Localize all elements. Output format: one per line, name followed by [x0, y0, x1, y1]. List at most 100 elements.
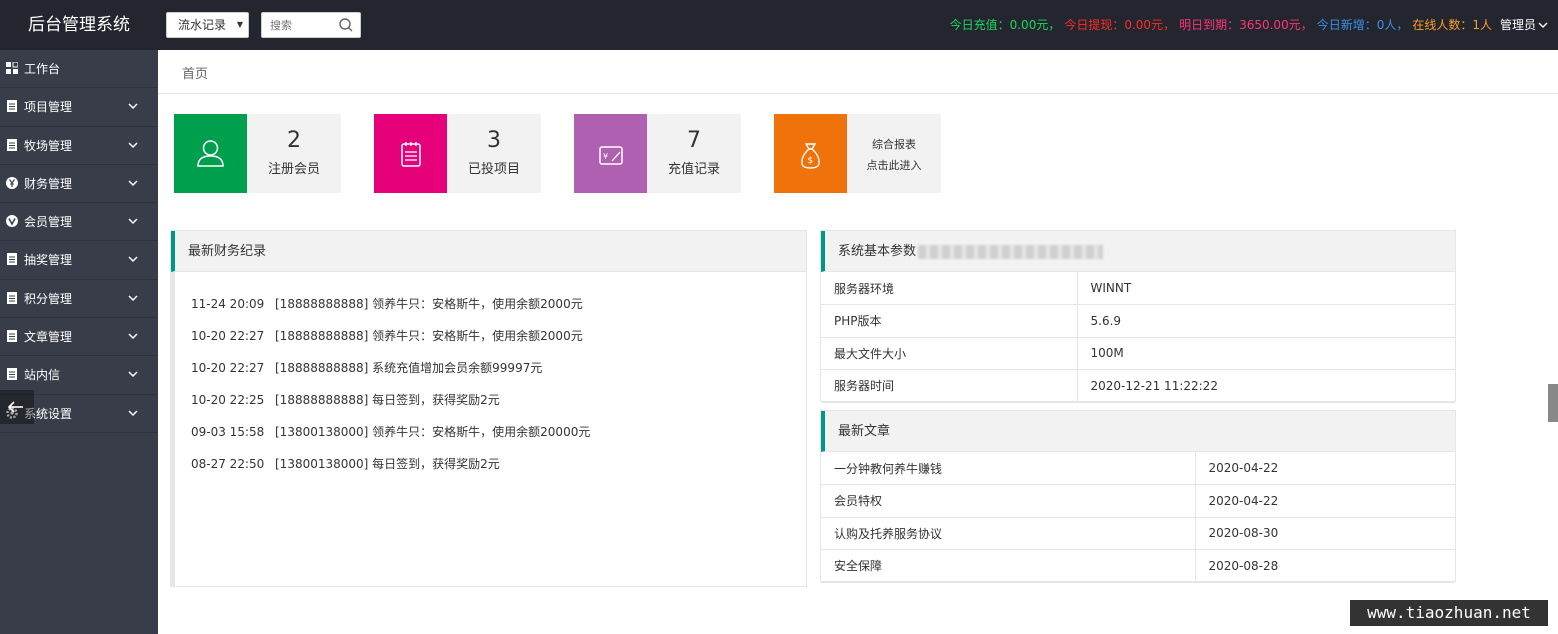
record-text: [18888888888] 系统充值增加会员余额99997元	[275, 361, 543, 375]
list-item: 08-27 22:50 [13800138000] 每日签到，获得奖励2元	[191, 455, 590, 487]
list-item: 11-24 20:09 [18888888888] 领养牛只：安格斯牛，使用余额2…	[191, 295, 590, 327]
card-registered-members[interactable]: 2 注册会员	[174, 114, 341, 193]
article-date: 2020-08-30	[1194, 517, 1455, 550]
sidebar-item-members[interactable]: 会员管理	[0, 203, 158, 242]
doc-icon	[7, 291, 17, 304]
sidebar: 工作台 项目管理 牧场管理 财务管理 会员管理 抽奖管理 积分管理 文章管理 站…	[0, 50, 158, 634]
sidebar-item-points[interactable]: 积分管理	[0, 280, 158, 319]
stats-bar: 今日充值：0.00元， 今日提现：0.00元， 明日到期：3650.00元， 今日新增…	[946, 0, 1548, 50]
article-date: 2020-04-22	[1194, 452, 1455, 485]
table-row[interactable]: 安全保障 2020-08-28	[821, 549, 1455, 583]
card-link-text[interactable]: 点击此进入	[847, 157, 941, 173]
card-icon-box	[174, 114, 247, 193]
article-title[interactable]: 认购及托养服务协议	[821, 517, 1195, 550]
record-time: 10-20 22:27	[191, 361, 265, 375]
sidebar-item-articles[interactable]: 文章管理	[0, 318, 158, 357]
top-bar: 后台管理系统 流水记录 ▼ 今日充值：0.00元，今日提现：0.00元，明日到期…	[0, 0, 1558, 50]
param-value: 2020-12-21 11:22:22	[1076, 369, 1455, 403]
record-time: 08-27 22:50	[191, 457, 265, 471]
stat-online-users: 在线人数：1人	[1412, 18, 1492, 32]
finance-list: 11-24 20:09 [18888888888] 领养牛只：安格斯牛，使用余额2…	[191, 295, 590, 487]
scrollbar-thumb[interactable]	[1548, 384, 1558, 422]
table-row: PHP版本 5.6.9	[821, 304, 1455, 338]
sidebar-item-lottery[interactable]: 抽奖管理	[0, 241, 158, 280]
list-item: 10-20 22:25 [18888888888] 每日签到，获得奖励2元	[191, 391, 590, 423]
search-input[interactable]	[262, 13, 332, 37]
record-text: [18888888888] 领养牛只：安格斯牛，使用余额2000元	[275, 297, 583, 311]
panel-header: 系统基本参数	[821, 231, 1455, 272]
card-icon-box: ¥	[574, 114, 647, 193]
table-row: 服务器环境 WINNT	[821, 272, 1455, 305]
card-icon-box: $	[774, 114, 847, 193]
vip-icon	[6, 215, 18, 228]
record-time: 11-24 20:09	[191, 297, 265, 311]
system-params-table: 服务器环境 WINNT PHP版本 5.6.9 最大文件大小 100M 服务器时间 20…	[821, 272, 1455, 403]
list-item: 10-20 22:27 [18888888888] 系统充值增加会员余额99997…	[191, 359, 590, 391]
card-label: 充值记录	[667, 162, 720, 177]
sidebar-item-label: 抽奖管理	[24, 253, 73, 268]
search-icon[interactable]	[338, 17, 354, 33]
admin-menu[interactable]: 管理员	[1496, 18, 1548, 32]
card-label: 已投项目	[467, 162, 520, 177]
param-key: 最大文件大小	[821, 337, 1077, 370]
money-bag-icon: $	[801, 143, 820, 169]
panel-title: 最新文章	[821, 411, 1455, 452]
article-date: 2020-04-22	[1194, 484, 1455, 518]
record-type-select[interactable]: 流水记录 ▼	[166, 12, 249, 38]
admin-label: 管理员	[1499, 18, 1536, 32]
sidebar-item-label: 牧场管理	[24, 138, 73, 153]
card-report[interactable]: $ 综合报表 点击此进入	[774, 114, 941, 193]
param-value: 100M	[1076, 337, 1455, 370]
svg-text:$: $	[808, 156, 814, 166]
main-content: 首页 2 注册会员 3 已投项目 ¥ 7 充值记录 $ 综合报表 点击此进入 最…	[158, 50, 1558, 634]
sidebar-item-ranch[interactable]: 牧场管理	[0, 127, 158, 165]
chevron-down-icon	[128, 333, 138, 340]
article-title[interactable]: 安全保障	[821, 549, 1195, 583]
chevron-down-icon	[128, 218, 138, 225]
card-number: 3	[487, 128, 501, 153]
yen-icon	[6, 176, 18, 189]
record-time: 10-20 22:27	[191, 329, 265, 343]
sidebar-item-finance[interactable]: 财务管理	[0, 165, 158, 204]
chevron-down-icon	[128, 295, 138, 301]
sidebar-item-label: 文章管理	[24, 330, 73, 345]
card-icon-box	[374, 114, 447, 193]
table-row[interactable]: 认购及托养服务协议 2020-08-30	[821, 517, 1455, 550]
chevron-down-icon	[128, 256, 138, 263]
sidebar-item-messages[interactable]: 站内信	[0, 356, 158, 395]
articles-panel: 最新文章 一分钟教何养牛赚钱 2020-04-22 会员特权 2020-04-22 …	[820, 410, 1456, 583]
panel-title: 系统基本参数	[838, 244, 917, 259]
user-icon	[197, 140, 224, 167]
search-box[interactable]	[261, 12, 361, 38]
sidebar-item-label: 会员管理	[24, 215, 73, 230]
list-item: 09-03 15:58 [13800138000] 领养牛只：安格斯牛，使用余额2…	[191, 423, 590, 455]
recharge-icon: ¥	[599, 146, 623, 165]
sidebar-item-label: 工作台	[24, 62, 61, 76]
article-title[interactable]: 一分钟教何养牛赚钱	[821, 452, 1195, 485]
sidebar-item-projects[interactable]: 项目管理	[0, 88, 158, 127]
sidebar-item-label: 项目管理	[24, 100, 73, 115]
doc-icon	[7, 100, 17, 113]
card-number: 2	[287, 128, 301, 153]
record-text: [18888888888] 每日签到，获得奖励2元	[275, 393, 500, 407]
card-recharge-records[interactable]: ¥ 7 充值记录	[574, 114, 741, 193]
dashboard-icon	[6, 62, 18, 74]
breadcrumb[interactable]: 首页	[158, 50, 1558, 94]
chevron-down-icon	[1538, 22, 1548, 28]
param-key: 服务器时间	[821, 369, 1077, 403]
list-item: 10-20 22:27 [18888888888] 领养牛只：安格斯牛，使用余额2…	[191, 327, 590, 359]
table-row: 最大文件大小 100M	[821, 337, 1455, 370]
sidebar-collapse-button[interactable]	[0, 390, 34, 424]
card-invested-projects[interactable]: 3 已投项目	[374, 114, 541, 193]
article-title[interactable]: 会员特权	[821, 484, 1195, 518]
sidebar-item-dashboard[interactable]: 工作台	[0, 50, 158, 89]
doc-icon	[7, 138, 17, 151]
table-row[interactable]: 一分钟教何养牛赚钱 2020-04-22	[821, 452, 1455, 485]
table-row[interactable]: 会员特权 2020-04-22	[821, 484, 1455, 518]
stat-tomorrow-due: 明日到期：3650.00元，	[1179, 18, 1313, 32]
sidebar-item-label: 财务管理	[24, 176, 73, 191]
chevron-down-icon	[128, 180, 138, 186]
blurred-text	[918, 244, 1104, 259]
arrow-left-icon	[7, 401, 23, 413]
record-time: 09-03 15:58	[191, 425, 265, 439]
